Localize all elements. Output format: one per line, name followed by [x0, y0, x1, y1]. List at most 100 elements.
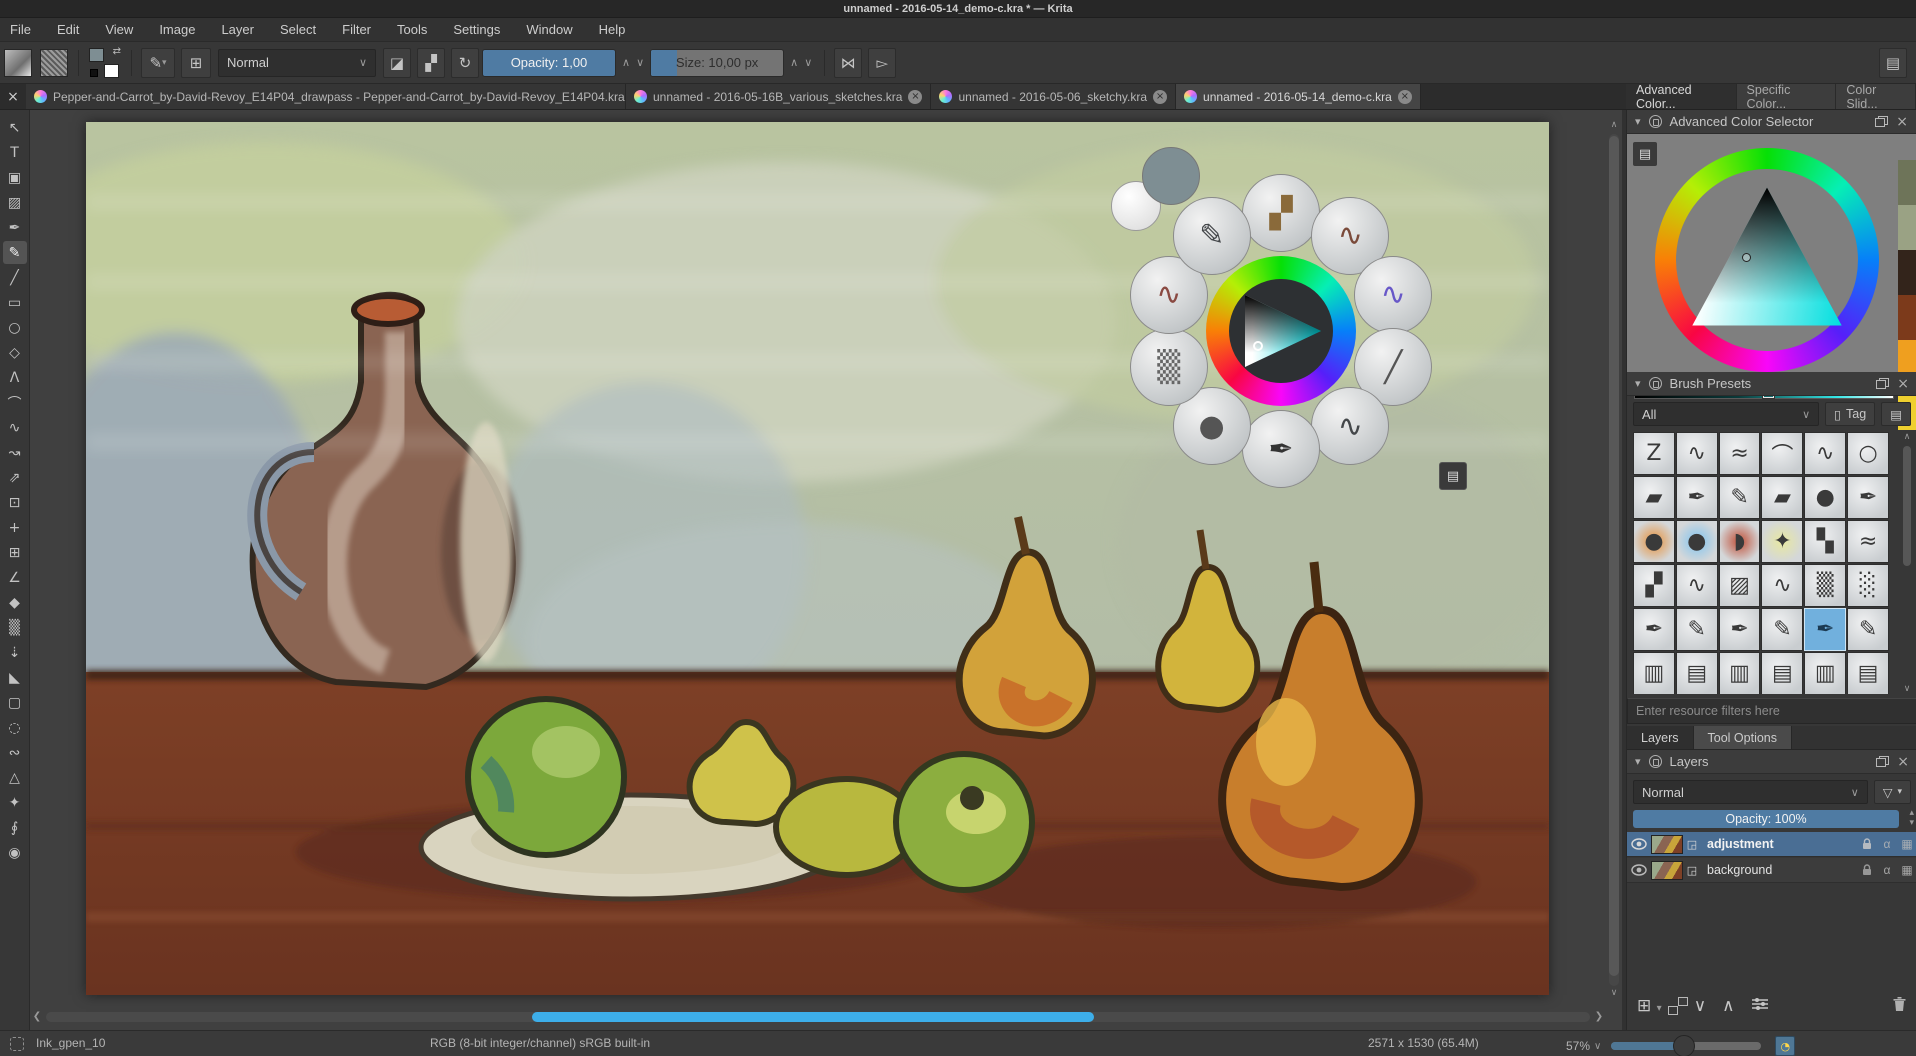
color-history-swatch-3[interactable]	[1898, 250, 1916, 295]
palette-triangle-area[interactable]	[1229, 279, 1333, 383]
brush-preset-cell-5[interactable]: ∿	[1804, 432, 1846, 475]
layers-docker-header[interactable]: ▾ Layers ×	[1627, 750, 1916, 774]
tool-gradient-icon[interactable]: ▒	[3, 616, 27, 639]
acs-hue-ring[interactable]	[1655, 148, 1879, 372]
tool-calligraphy-icon[interactable]: ✒	[3, 216, 27, 239]
brush-preset-cell-14[interactable]: ●	[1676, 520, 1718, 563]
brush-preset-cell-4[interactable]: ⌒	[1761, 432, 1803, 475]
default-colors-icon[interactable]	[90, 69, 98, 77]
tool-measure-icon[interactable]: ∠	[3, 566, 27, 589]
close-docker-icon[interactable]: ×	[1896, 114, 1908, 130]
opacity-slider[interactable]: Opacity: 1,00	[482, 49, 616, 77]
layer-opacity-slider[interactable]: Opacity: 100%	[1633, 810, 1899, 828]
dock-tab-advanced-color[interactable]: Advanced Color...	[1626, 84, 1737, 109]
document-tab-2[interactable]: unnamed - 2016-05-16B_various_sketches.k…	[626, 84, 931, 109]
tab-tool-options[interactable]: Tool Options	[1694, 726, 1792, 749]
palette-brush-preset-8[interactable]: ▒	[1130, 328, 1208, 406]
tab-close-icon[interactable]: ×	[908, 90, 922, 104]
layer-visibility-icon[interactable]	[1627, 864, 1651, 876]
brush-preset-cell-17[interactable]: ▚	[1804, 520, 1846, 563]
menu-select[interactable]: Select	[280, 22, 316, 37]
acs-settings-button[interactable]: ▤	[1633, 142, 1657, 166]
brush-preset-cell-20[interactable]: ∿	[1676, 564, 1718, 607]
tool-fill-icon[interactable]: ◆	[3, 591, 27, 614]
preserve-alpha-button[interactable]: ▞	[417, 48, 445, 78]
palette-brush-preset-5[interactable]: ∿	[1311, 387, 1389, 465]
tool-select-polygonal-icon[interactable]: △	[3, 766, 27, 789]
opacity-spinners[interactable]: ∧∨	[622, 56, 644, 69]
palette-brush-preset-6[interactable]: ✒	[1242, 410, 1320, 488]
advanced-color-selector-header[interactable]: ▾ Advanced Color Selector ×	[1627, 110, 1916, 134]
brush-preset-cell-28[interactable]: ✎	[1761, 608, 1803, 651]
size-slider[interactable]: Size: 10,00 px	[650, 49, 784, 77]
layer-row-background[interactable]: ◲ background α ▦	[1627, 858, 1916, 883]
float-docker-icon[interactable]	[1876, 378, 1889, 389]
tool-dynamic-brush-icon[interactable]: ↝	[3, 441, 27, 464]
menu-filter[interactable]: Filter	[342, 22, 371, 37]
close-docker-icon[interactable]: ×	[1897, 376, 1909, 392]
brush-preset-cell-25[interactable]: ✒	[1633, 608, 1675, 651]
scroll-up-icon[interactable]: ∧	[1901, 432, 1913, 442]
tab-close-icon[interactable]: ×	[1153, 90, 1167, 104]
tab-layers[interactable]: Layers	[1627, 726, 1694, 749]
tool-color-sampler-icon[interactable]: ⇣	[3, 641, 27, 664]
tool-zoom-icon[interactable]: ◉	[3, 841, 27, 864]
tool-bezier-curve-icon[interactable]: ⌒	[3, 391, 27, 414]
brush-preset-cell-33[interactable]: ▥	[1719, 652, 1761, 694]
tool-transform-icon[interactable]: ⊞	[3, 541, 27, 564]
bp-scroll-thumb[interactable]	[1903, 446, 1911, 566]
menu-layer[interactable]: Layer	[221, 22, 254, 37]
vscroll-thumb[interactable]	[1609, 136, 1619, 976]
foreground-background-colors[interactable]: ⇄	[89, 48, 121, 78]
move-layer-up-button[interactable]: ∧	[1722, 996, 1734, 1016]
tool-crop-icon[interactable]: ⊡	[3, 491, 27, 514]
layer-name[interactable]: background	[1701, 863, 1857, 877]
scroll-down-icon[interactable]: ∨	[1608, 988, 1620, 1000]
layer-name[interactable]: adjustment	[1701, 837, 1857, 851]
brush-preset-cell-12[interactable]: ✒	[1847, 476, 1889, 519]
move-layer-down-button[interactable]: ∨	[1694, 996, 1706, 1016]
layer-thumbnail[interactable]	[1651, 835, 1683, 854]
brush-preset-cell-32[interactable]: ▤	[1676, 652, 1718, 694]
palette-brush-preset-3[interactable]: ∿	[1354, 256, 1432, 334]
color-history-swatch-1[interactable]	[1898, 160, 1916, 205]
menu-tools[interactable]: Tools	[397, 22, 427, 37]
collapse-icon[interactable]: ▾	[1635, 377, 1641, 390]
collapse-icon[interactable]: ▾	[1635, 115, 1641, 128]
background-color[interactable]	[104, 64, 119, 78]
menu-window[interactable]: Window	[526, 22, 572, 37]
delete-layer-button[interactable]	[1892, 996, 1907, 1017]
scroll-down-icon[interactable]: ∨	[1901, 684, 1913, 694]
advanced-color-selector-body[interactable]: ▤	[1627, 134, 1916, 372]
brush-preset-cell-29-selected[interactable]: ✒	[1804, 608, 1846, 651]
acs-sv-triangle[interactable]	[1684, 183, 1850, 333]
layer-thumbnail[interactable]	[1651, 861, 1683, 880]
brush-preset-cell-31[interactable]: ▥	[1633, 652, 1675, 694]
tool-select-rectangular-icon[interactable]: ▢	[3, 691, 27, 714]
layer-alpha-lock-icon[interactable]: α	[1877, 837, 1897, 851]
palette-current-color[interactable]	[1142, 147, 1200, 205]
tool-pattern-edit-icon[interactable]: ▨	[3, 191, 27, 214]
brush-preset-cell-26[interactable]: ✎	[1676, 608, 1718, 651]
zoom-slider[interactable]	[1611, 1042, 1761, 1050]
palette-color-marker[interactable]	[1253, 341, 1263, 351]
layer-lock-icon[interactable]	[1857, 838, 1877, 850]
lock-docker-icon[interactable]	[1649, 755, 1662, 768]
tool-line-icon[interactable]: ╱	[3, 266, 27, 289]
reload-preset-button[interactable]: ↻	[451, 48, 479, 78]
foreground-color[interactable]	[89, 48, 104, 62]
collapse-icon[interactable]: ▾	[1635, 755, 1641, 768]
close-docker-icon[interactable]: ×	[1897, 754, 1909, 770]
color-history-swatch-4[interactable]	[1898, 295, 1916, 340]
zoom-dropdown-icon[interactable]: ∨	[1594, 1041, 1601, 1052]
menu-help[interactable]: Help	[599, 22, 626, 37]
vertical-scrollbar[interactable]: ∧ ∨	[1608, 120, 1620, 1000]
brush-preset-cell-24[interactable]: ░	[1847, 564, 1889, 607]
palette-hue-ring[interactable]	[1206, 256, 1356, 406]
layer-inherit-alpha-icon[interactable]: ▦	[1897, 837, 1916, 851]
scroll-up-icon[interactable]: ∧	[1608, 120, 1620, 132]
tabbar-close-icon[interactable]: ×	[0, 84, 26, 109]
mirror-horizontal-button[interactable]: ⋈	[834, 48, 862, 78]
pattern-chooser[interactable]	[40, 49, 68, 77]
acs-color-marker[interactable]	[1742, 253, 1751, 262]
